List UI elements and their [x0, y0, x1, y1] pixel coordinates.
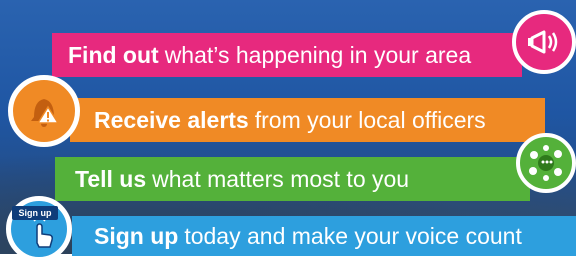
sign-up-banner: Sign up today and make your voice count [72, 216, 576, 256]
alert-bell-icon [8, 75, 80, 147]
sign-up-badge: Sign up [12, 206, 58, 220]
receive-alerts-banner: Receive alerts from your local officers [70, 98, 545, 142]
receive-alerts-text: from your local officers [254, 106, 486, 133]
tell-us-bold: Tell us [75, 165, 147, 192]
receive-alerts-bold: Receive alerts [94, 106, 249, 133]
speech-bubbles-icon [516, 133, 576, 193]
find-out-text: what’s happening in your area [164, 41, 472, 68]
megaphone-icon [512, 10, 576, 74]
sign-up-bold: Sign up [94, 222, 179, 249]
sign-up-text: today and make your voice count [184, 222, 522, 249]
find-out-banner: Find out what’s happening in your area [52, 33, 522, 77]
tell-us-banner: Tell us what matters most to you [55, 157, 530, 201]
tell-us-text: what matters most to you [152, 165, 410, 192]
find-out-bold: Find out [68, 41, 159, 68]
